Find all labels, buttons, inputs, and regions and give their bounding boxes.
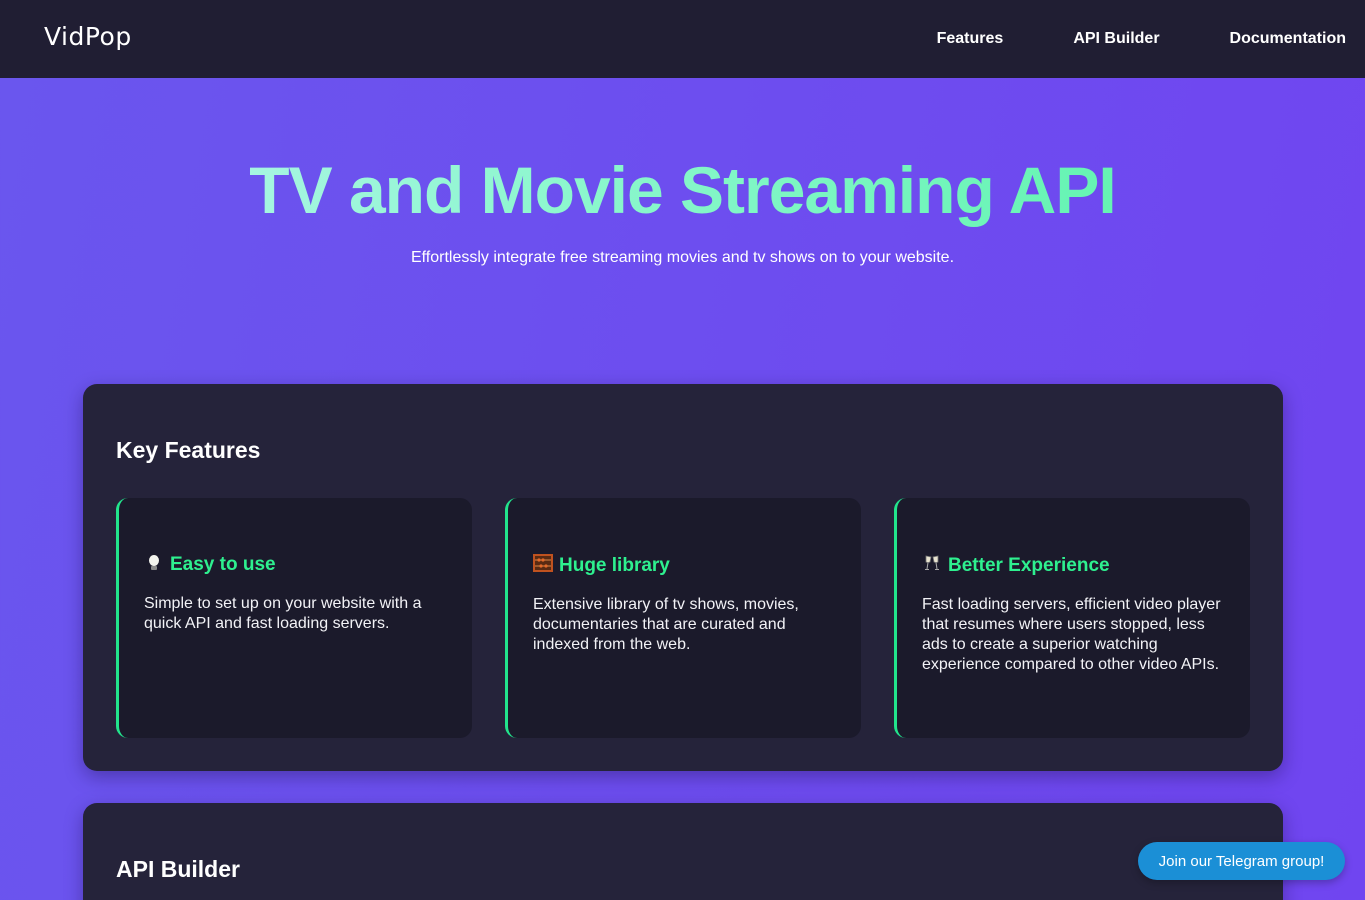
key-features-heading: Key Features <box>116 437 261 463</box>
vidpop-logo[interactable]: VidPop <box>44 22 132 51</box>
feature-card-title-row: Huge library <box>533 554 837 577</box>
abacus-icon <box>533 554 553 577</box>
feature-cards: Easy to use Simple to set up on your web… <box>116 498 1250 738</box>
lightbulb-icon <box>144 554 164 576</box>
hero-subtitle: Effortlessly integrate free streaming mo… <box>410 249 955 266</box>
api-builder-heading: API Builder <box>116 856 240 882</box>
join-telegram-button[interactable]: Join our Telegram group! <box>1138 842 1345 880</box>
feature-card-huge-library: Huge library Extensive library of tv sho… <box>505 498 861 738</box>
nav-link-documentation[interactable]: Documentation <box>1230 30 1346 48</box>
top-navbar: VidPop Features API Builder Documentatio… <box>0 0 1365 78</box>
feature-card-title: Better Experience <box>948 554 1110 576</box>
feature-card-title: Huge library <box>559 554 670 576</box>
feature-card-text: Simple to set up on your website with a … <box>144 595 422 632</box>
feature-card-title-row: Easy to use <box>144 554 448 576</box>
api-builder-panel: API Builder <box>83 803 1283 900</box>
feature-card-easy-to-use: Easy to use Simple to set up on your web… <box>116 498 472 738</box>
key-features-panel: Key Features Easy to use Simple to set u… <box>83 384 1283 771</box>
feature-card-better-experience: Better Experience Fast loading servers, … <box>894 498 1250 738</box>
feature-card-title-row: Better Experience <box>922 554 1226 577</box>
clinking-glasses-icon <box>922 554 942 577</box>
hero-title: TV and Movie Streaming API <box>0 152 1365 228</box>
feature-card-text: Extensive library of tv shows, movies, d… <box>533 596 799 653</box>
main-nav: Features API Builder Documentation <box>937 0 1346 78</box>
feature-card-text: Fast loading servers, efficient video pl… <box>922 596 1221 673</box>
nav-link-features[interactable]: Features <box>937 30 1004 48</box>
feature-card-title: Easy to use <box>170 554 276 575</box>
nav-link-api-builder[interactable]: API Builder <box>1073 30 1159 48</box>
